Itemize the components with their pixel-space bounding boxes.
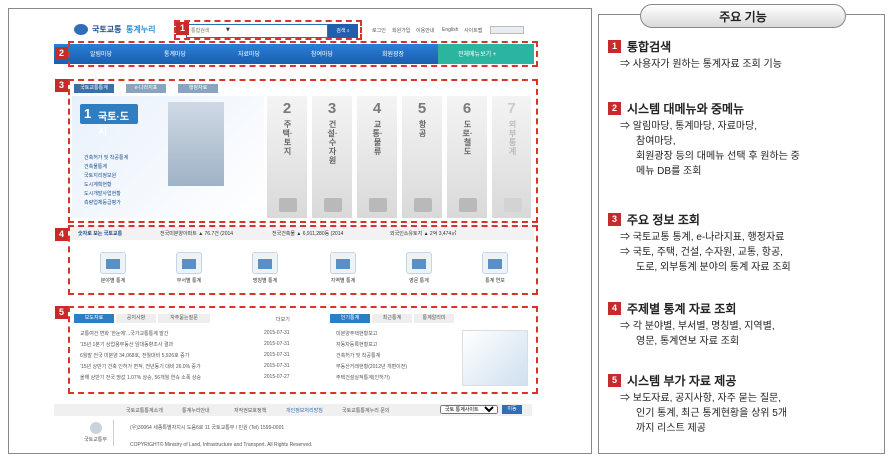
highlight-topics <box>68 225 538 295</box>
panel-section-4: 4 주제별 통계 자료 조회 ⇒ 각 분야별, 부서별, 명칭별, 지역별, 영문… <box>608 300 880 349</box>
top-link-english[interactable]: English <box>442 27 458 33</box>
footer-address: (우)30064 세종특별자치시 도움6로 11 국토교통부 / 민원 (Tel… <box>130 425 285 431</box>
section-line: 인기 통계, 최근 통계현황을 상위 5개 <box>636 408 788 419</box>
section-line: 참여마당, <box>636 136 676 147</box>
highlight-nav <box>68 41 538 67</box>
section-number: 3 <box>608 213 621 226</box>
top-links: 로그인 회원가입 이용안내 English 사이트맵 <box>372 26 524 35</box>
logo-text: 국토교통 <box>92 25 122 34</box>
highlight-main <box>68 79 538 223</box>
section-heading: 주제별 통계 자료 조회 <box>627 302 737 316</box>
section-line: 영문, 통계연보 자료 조회 <box>636 336 740 347</box>
footer-logo-text: 국토교통부 <box>84 437 108 443</box>
footer-link[interactable]: 저작권보호정책 <box>234 407 266 414</box>
section-heading: 시스템 부가 자료 제공 <box>627 374 737 388</box>
section-number: 2 <box>608 102 621 115</box>
logo-text2: 통계누리 <box>126 25 156 34</box>
badge-3: 3 <box>55 79 68 92</box>
section-line: 회원광장 등의 대메뉴 선택 후 원하는 중 <box>636 151 800 162</box>
highlight-search <box>174 20 362 40</box>
section-heading: 통합검색 <box>627 40 672 54</box>
section-line: 까지 리스트 제공 <box>636 423 706 434</box>
section-heading: 시스템 대메뉴와 중메뉴 <box>627 102 745 116</box>
top-link-guide[interactable]: 이용안내 <box>416 27 434 34</box>
footer-copyright: COPYRIGHT© Ministry of Land, Infrastruct… <box>130 442 313 448</box>
section-line: 도로, 외부통계 분야의 통계 자료 조회 <box>636 262 791 273</box>
panel-section-1: 1 통합검색 ⇒ 사용자가 원하는 통계자료 조회 기능 <box>608 38 880 72</box>
font-size-controls[interactable] <box>490 26 524 34</box>
section-line: 메뉴 DB를 조회 <box>636 166 702 177</box>
badge-5: 5 <box>55 306 68 319</box>
section-line: ⇒ 각 분야별, 부서별, 명칭별, 지역별, <box>620 321 775 332</box>
top-link-sitemap[interactable]: 사이트맵 <box>464 27 482 34</box>
top-link-login[interactable]: 로그인 <box>372 27 386 34</box>
section-number: 5 <box>608 374 621 387</box>
section-line: ⇒ 보도자료, 공지사항, 자주 묻는 질문, <box>620 393 782 404</box>
site-logo[interactable]: 국토교통 통계누리 <box>74 22 166 38</box>
panel-title: 주요 기능 <box>719 10 767 24</box>
footer-link[interactable]: 국토교통통계누리 문의 <box>342 407 389 414</box>
footer-link[interactable]: 국토교통통계소개 <box>126 407 163 414</box>
section-line: ⇒ 국토, 주택, 건설, 수자원, 교통, 항공, <box>620 247 783 258</box>
top-link-join[interactable]: 회원가입 <box>392 27 410 34</box>
panel-section-5: 5 시스템 부가 자료 제공 ⇒ 보도자료, 공지사항, 자주 묻는 질문, 인기… <box>608 372 880 436</box>
badge-2: 2 <box>55 47 68 60</box>
footer-logo-icon <box>90 422 102 434</box>
highlight-extra <box>68 306 538 394</box>
logo-icon <box>74 24 88 35</box>
panel-section-3: 3 주요 정보 조회 ⇒ 국토교통 통계, e-나라지표, 행정자료 ⇒ 국토, … <box>608 211 880 275</box>
section-line: ⇒ 알림마당, 통계마당, 자료마당, <box>620 121 758 132</box>
footer-link[interactable]: 통계누리안내 <box>182 407 210 414</box>
footer-site-select[interactable]: 국토 통계사이트 <box>440 405 498 414</box>
section-line: ⇒ 사용자가 원하는 통계자료 조회 기능 <box>620 59 782 70</box>
section-number: 4 <box>608 302 621 315</box>
panel-section-2: 2 시스템 대메뉴와 중메뉴 ⇒ 알림마당, 통계마당, 자료마당, 참여마당, … <box>608 100 880 179</box>
footer-go-button[interactable]: 이동 <box>502 405 522 414</box>
badge-1: 1 <box>176 22 189 35</box>
footer-logo: 국토교통부 <box>80 420 114 446</box>
badge-4: 4 <box>55 228 68 241</box>
section-line: ⇒ 국토교통 통계, e-나라지표, 행정자료 <box>620 232 785 243</box>
section-heading: 주요 정보 조회 <box>627 213 700 227</box>
footer-link[interactable]: 개인정보처리방침 <box>286 407 323 414</box>
panel-title-box: 주요 기능 <box>640 4 846 28</box>
section-number: 1 <box>608 40 621 53</box>
